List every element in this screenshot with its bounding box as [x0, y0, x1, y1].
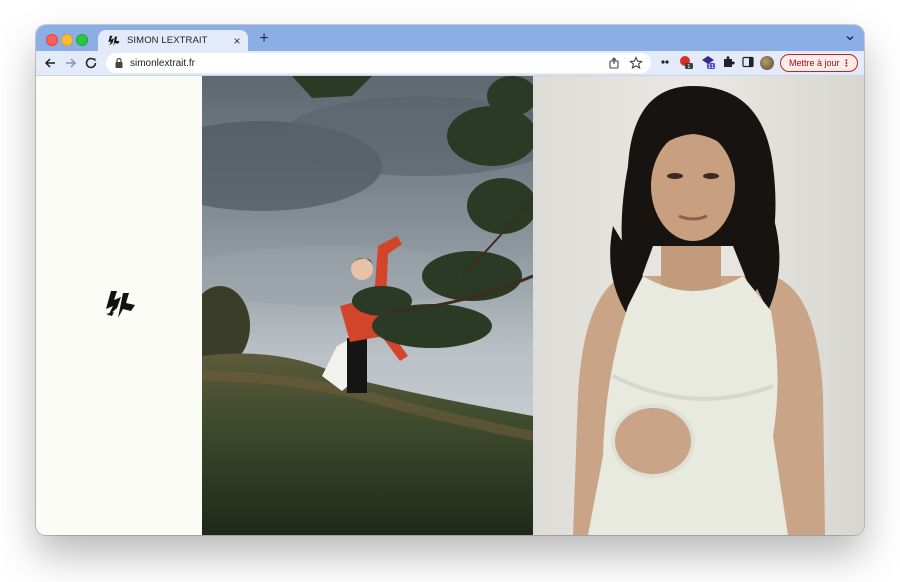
maximize-window-button[interactable]	[76, 34, 88, 46]
photo-man-red-sweater-image	[202, 76, 533, 535]
browser-toolbar: simonlextrait.fr	[36, 51, 864, 76]
extension-red-badge-count: 1	[687, 64, 690, 69]
photo-portrait-woman[interactable]	[533, 76, 864, 535]
tab-close-icon[interactable]: ×	[230, 34, 244, 48]
browser-window: SIMON LEXTRAIT × + simonlextrait.fr 1 11…	[36, 25, 864, 535]
kebab-menu-icon[interactable]: ⋮	[842, 58, 851, 69]
tab-strip: SIMON LEXTRAIT × +	[36, 25, 864, 51]
close-window-button[interactable]	[46, 34, 58, 46]
extension-purple-badge-count: 11	[708, 64, 714, 69]
photo-man-red-sweater[interactable]	[202, 76, 533, 535]
photo-portrait-woman-image	[533, 76, 864, 535]
puzzle-icon[interactable]	[721, 55, 735, 69]
sidebar-icon[interactable]	[741, 55, 755, 69]
browser-tab-active[interactable]: SIMON LEXTRAIT ×	[98, 30, 248, 51]
profile-avatar[interactable]	[760, 56, 774, 70]
share-icon[interactable]	[607, 56, 621, 70]
update-button[interactable]: Mettre à jour ⋮	[780, 54, 858, 72]
left-panel	[36, 76, 202, 535]
reload-icon[interactable]	[83, 55, 99, 71]
favicon-icon	[108, 35, 120, 46]
tab-title: SIMON LEXTRAIT	[127, 35, 208, 46]
page-content	[36, 76, 864, 535]
forward-arrow-icon[interactable]	[63, 55, 79, 71]
update-button-label: Mettre à jour	[789, 58, 840, 68]
new-tab-button[interactable]: +	[256, 31, 272, 47]
minimize-window-button[interactable]	[61, 34, 73, 46]
address-bar[interactable]: simonlextrait.fr	[106, 53, 651, 73]
back-arrow-icon[interactable]	[42, 55, 58, 71]
extension-purple-badge-icon[interactable]: 11	[701, 55, 715, 69]
bookmark-star-icon[interactable]	[629, 56, 643, 70]
lock-icon	[115, 57, 123, 68]
extension-dots-icon[interactable]	[658, 55, 672, 69]
tab-search-chevron-icon[interactable]	[844, 32, 856, 44]
extension-red-badge-icon[interactable]: 1	[679, 55, 693, 69]
url-text[interactable]: simonlextrait.fr	[130, 58, 607, 69]
simon-lextrait-logo[interactable]	[104, 290, 136, 320]
